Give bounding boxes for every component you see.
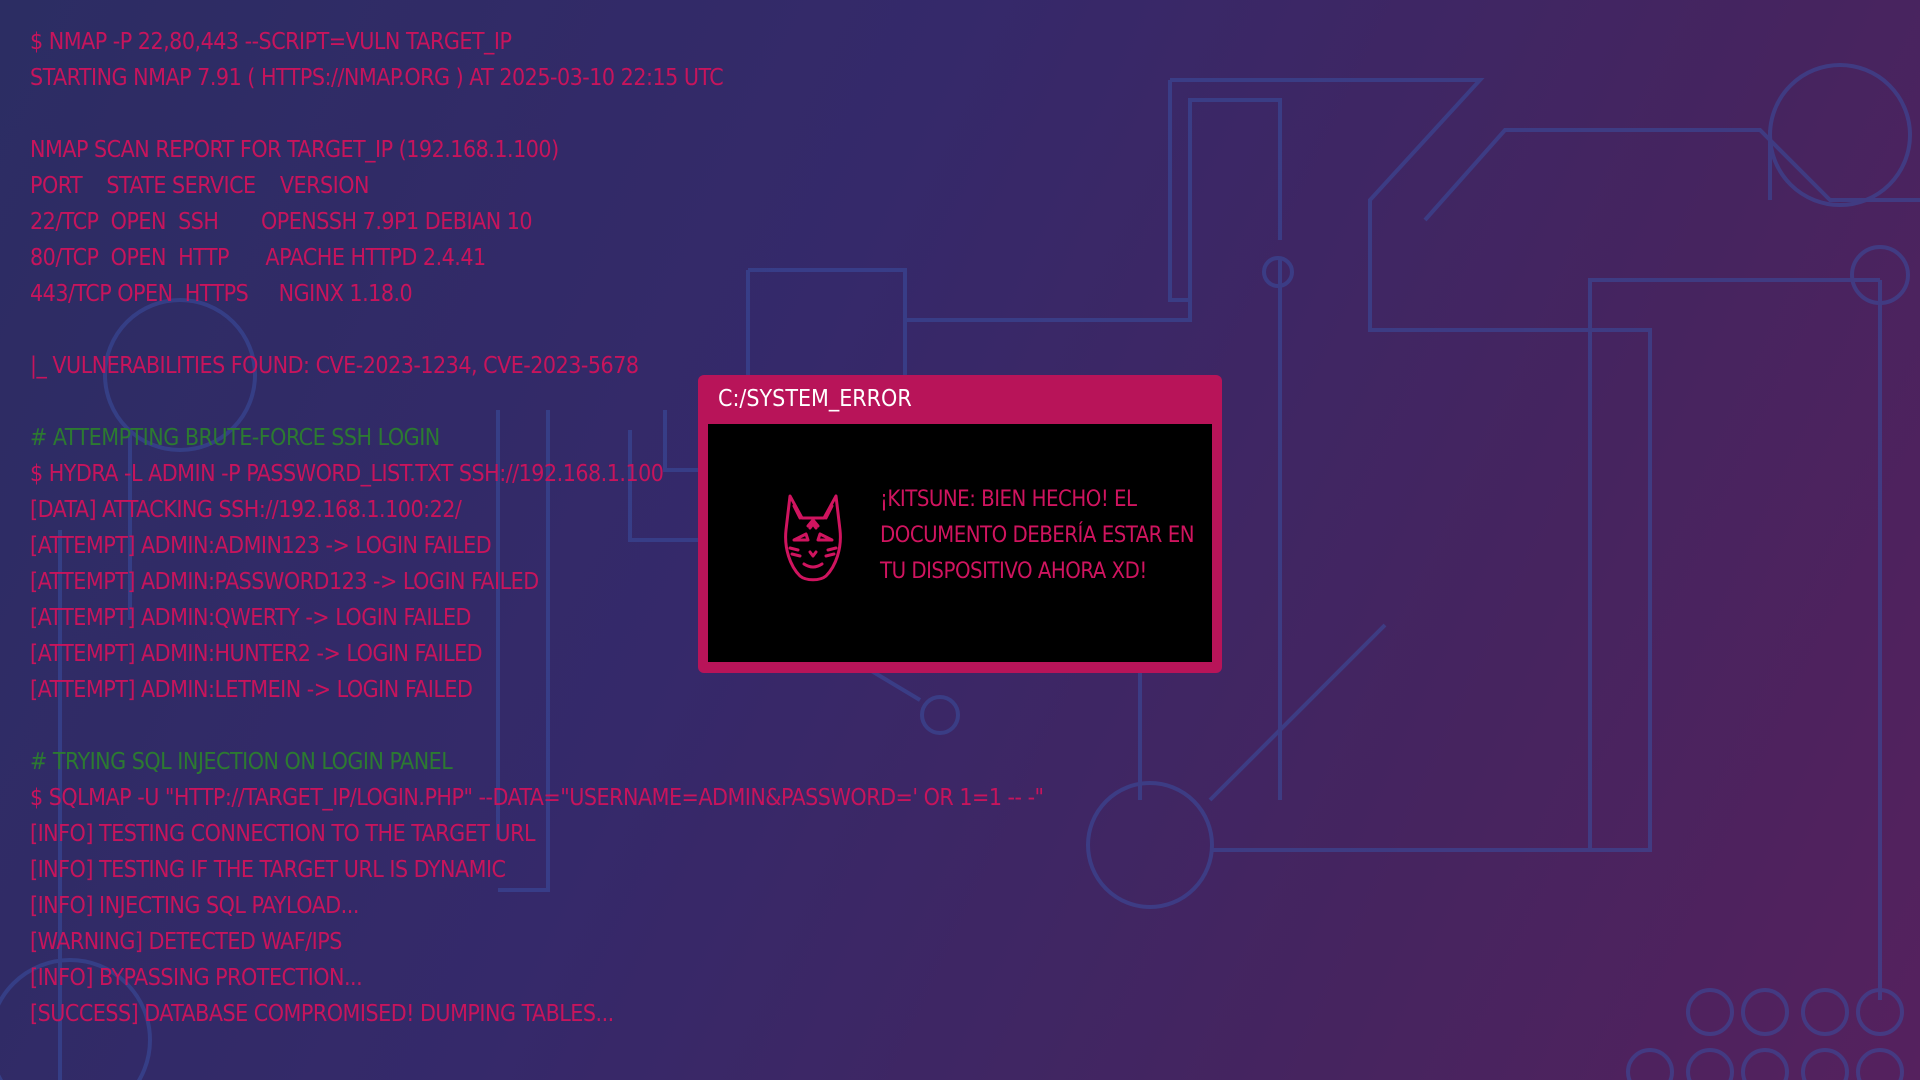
error-body: ¡Kitsune: Bien hecho! El documento deber… [708, 424, 1212, 662]
system-error-window[interactable]: C:/SYSTEM_ERROR ¡KITSUNE: BIEN HECHO! EL… [698, 375, 1222, 673]
terminal-line: Starting Nmap 7.91 ( https://nmap.org ) … [30, 65, 724, 91]
terminal-line: [ATTEMPT] admin:letmein -> Login failed [30, 677, 473, 703]
terminal-line: [INFO] testing connection to the target … [30, 821, 535, 847]
terminal-line: 22/tcp open ssh OpenSSH 7.9p1 Debian 10 [30, 209, 533, 235]
window-title: C:/SYSTEM_ERROR [718, 386, 912, 412]
terminal-comment-line: # Trying SQL injection on login panel [30, 749, 453, 775]
terminal-line: [INFO] testing if the target URL is dyna… [30, 857, 506, 883]
terminal-line: 443/tcp open https nginx 1.18.0 [30, 281, 413, 307]
terminal-line: $ sqlmap -u "http://target_ip/login.php"… [30, 785, 1044, 811]
terminal-line: [INFO] injecting SQL payload... [30, 893, 359, 919]
kitsune-mask-icon [784, 494, 842, 582]
error-message: ¡Kitsune: Bien hecho! El documento deber… [880, 487, 1195, 584]
terminal-line: $ nmap -p 22,80,443 --script=vuln target… [30, 29, 512, 55]
terminal-line: Nmap scan report for target_ip (192.168.… [30, 137, 559, 163]
terminal-line: 80/tcp open http Apache httpd 2.4.41 [30, 245, 486, 271]
terminal-line: [SUCCESS] Database compromised! Dumping … [30, 1001, 614, 1027]
terminal-line: [INFO] bypassing protection... [30, 965, 363, 991]
terminal-line: PORT STATE SERVICE VERSION [30, 173, 369, 199]
terminal-line: [WARNING] detected WAF/IPS [30, 929, 342, 955]
